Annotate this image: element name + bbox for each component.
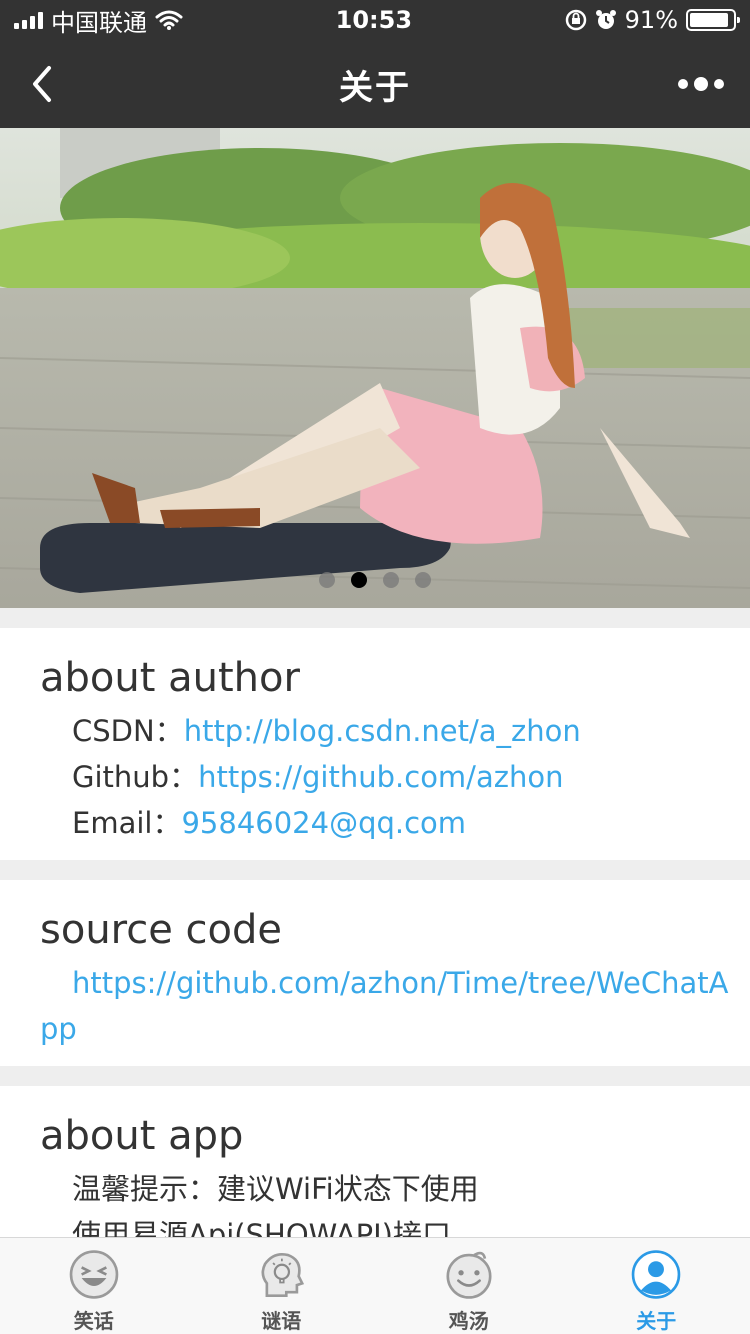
wifi-icon bbox=[155, 10, 183, 30]
more-button[interactable] bbox=[676, 62, 726, 106]
nav-bar: 关于 bbox=[0, 40, 750, 128]
signal-icon bbox=[14, 11, 43, 29]
source-code-link[interactable]: https://github.com/azhon/Time/tree/WeCha… bbox=[40, 960, 742, 1052]
laughing-face-icon bbox=[69, 1250, 119, 1299]
chevron-left-icon bbox=[33, 66, 51, 102]
csdn-link[interactable]: http://blog.csdn.net/a_zhon bbox=[184, 714, 581, 748]
about-author-section: about author CSDN：http://blog.csdn.net/a… bbox=[0, 628, 750, 860]
email-link[interactable]: 95846024@qq.com bbox=[181, 806, 466, 840]
email-row: Email：95846024@qq.com bbox=[40, 800, 710, 846]
carousel-dot[interactable] bbox=[319, 572, 335, 588]
about-app-title: about app bbox=[40, 1113, 244, 1159]
app-tip: 温馨提示：建议WiFi状态下使用 bbox=[72, 1172, 479, 1206]
status-time: 10:53 bbox=[335, 6, 413, 34]
carousel-dot[interactable] bbox=[383, 572, 399, 588]
carrier-label: 中国联通 bbox=[51, 8, 147, 37]
battery-percent: 91% bbox=[624, 6, 678, 34]
app-api-note: 使用易源Api(SHOWAPI)接口 bbox=[72, 1218, 451, 1237]
github-link[interactable]: https://github.com/azhon bbox=[198, 760, 563, 794]
email-label: Email： bbox=[72, 806, 182, 840]
status-left: 中国联通 bbox=[14, 3, 183, 38]
github-label: Github： bbox=[72, 760, 199, 794]
about-app-section: about app 温馨提示：建议WiFi状态下使用 使用易源Api(SHOWA… bbox=[0, 1086, 750, 1237]
thinking-head-icon bbox=[261, 1252, 305, 1298]
source-code-title: source code bbox=[40, 907, 283, 953]
carousel-dot[interactable] bbox=[415, 572, 431, 588]
banner-photo bbox=[0, 128, 750, 608]
github-row: Github：https://github.com/azhon bbox=[40, 754, 710, 800]
user-profile-icon bbox=[631, 1250, 681, 1299]
battery-fill bbox=[690, 13, 729, 27]
status-bar: 中国联通 10:53 91% bbox=[0, 0, 750, 40]
about-author-title: about author bbox=[40, 655, 300, 701]
page-title: 关于 bbox=[339, 67, 411, 108]
more-dot bbox=[694, 77, 708, 91]
rotation-lock-icon bbox=[565, 9, 586, 31]
tab-soup[interactable]: 鸡汤 bbox=[375, 1238, 563, 1334]
more-dot bbox=[714, 79, 724, 89]
more-dot bbox=[678, 79, 688, 89]
tab-label: 鸡汤 bbox=[448, 1309, 489, 1333]
image-carousel[interactable] bbox=[0, 128, 750, 608]
csdn-row: CSDN：http://blog.csdn.net/a_zhon bbox=[40, 708, 710, 754]
tab-bar: 笑话 谜语 鸡汤 关于 bbox=[0, 1237, 750, 1334]
smiling-face-icon bbox=[446, 1251, 492, 1299]
status-right: 91% bbox=[565, 6, 740, 34]
back-button[interactable] bbox=[20, 62, 64, 106]
alarm-icon bbox=[595, 10, 616, 29]
tab-about[interactable]: 关于 bbox=[563, 1238, 750, 1334]
tab-label: 谜语 bbox=[261, 1309, 302, 1333]
source-code-section: source code https://github.com/azhon/Tim… bbox=[0, 880, 750, 1066]
tab-jokes[interactable]: 笑话 bbox=[0, 1238, 188, 1334]
tab-label: 笑话 bbox=[73, 1309, 114, 1333]
csdn-label: CSDN： bbox=[72, 714, 184, 748]
tab-label: 关于 bbox=[636, 1309, 677, 1333]
tab-riddles[interactable]: 谜语 bbox=[188, 1238, 376, 1334]
carousel-indicator bbox=[0, 572, 750, 588]
carousel-dot[interactable] bbox=[351, 572, 367, 588]
battery-icon bbox=[686, 9, 740, 31]
